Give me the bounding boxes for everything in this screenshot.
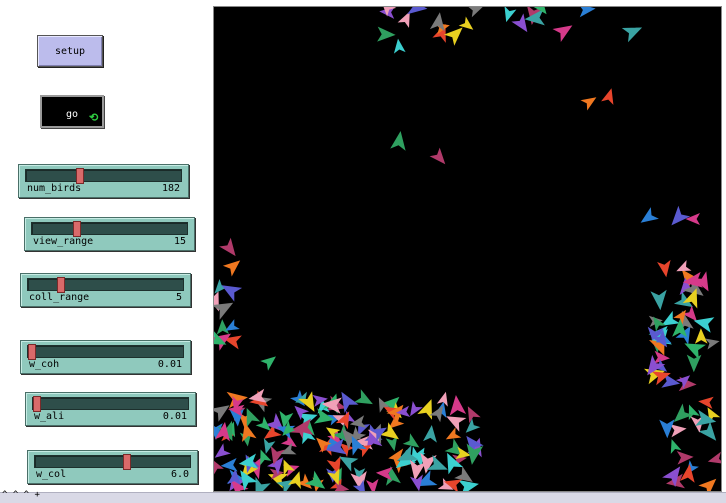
- slider-track[interactable]: [34, 454, 191, 470]
- bird-agent: [443, 27, 463, 46]
- bird-agent: [698, 478, 717, 497]
- slider-value: 0.01: [157, 359, 182, 370]
- slider-label: view_range: [33, 236, 94, 247]
- slider-thumb[interactable]: [76, 168, 84, 184]
- slider-value: 6.0: [170, 469, 189, 480]
- bird-agent: [467, 6, 484, 18]
- bird-agent: [429, 147, 446, 165]
- bird-agent: [671, 205, 691, 226]
- bird-agent: [216, 319, 230, 335]
- slider-w-coh[interactable]: w_coh 0.01: [20, 340, 191, 374]
- bird-agent: [705, 338, 720, 350]
- world-view[interactable]: [203, 0, 725, 499]
- slider-label: w_coh: [29, 359, 60, 370]
- bird-agent: [429, 12, 445, 32]
- bird-agent: [467, 406, 481, 424]
- bird-agent: [601, 88, 614, 105]
- slider-track[interactable]: [32, 396, 189, 412]
- slider-track[interactable]: [25, 168, 182, 184]
- bird-agent: [212, 459, 224, 475]
- slider-w-ali[interactable]: w_ali 0.01: [25, 392, 196, 426]
- bird-agent: [222, 260, 241, 277]
- bird-agent: [407, 0, 428, 15]
- bird-agent: [698, 396, 714, 409]
- forever-arrows-icon: ⟲: [89, 111, 99, 124]
- bird-agent: [621, 27, 643, 43]
- slider-label: num_birds: [27, 183, 82, 194]
- slider-track[interactable]: [27, 344, 184, 360]
- setup-button[interactable]: setup: [37, 35, 103, 67]
- slider-value: 5: [175, 292, 182, 303]
- slider-thumb[interactable]: [57, 277, 65, 293]
- bird-agent: [676, 451, 694, 465]
- bird-agent: [504, 6, 517, 23]
- bird-agent: [220, 458, 238, 472]
- bird-agent: [578, 3, 596, 18]
- slider-thumb[interactable]: [28, 344, 36, 360]
- bird-agent: [688, 404, 700, 421]
- bird-agent: [684, 343, 706, 360]
- go-button[interactable]: go ⟲: [40, 95, 104, 128]
- bird-agent: [260, 356, 276, 371]
- bird-agent: [676, 260, 692, 272]
- bird-agent: [225, 319, 240, 331]
- bird-agent: [221, 285, 243, 302]
- slider-track[interactable]: [27, 277, 184, 293]
- bird-agent: [694, 328, 708, 344]
- setup-button-label: setup: [54, 45, 86, 57]
- bird-agent: [458, 479, 479, 496]
- slider-value: 15: [173, 236, 186, 247]
- slider-thumb[interactable]: [33, 396, 41, 412]
- bird-agent: [390, 131, 406, 151]
- bird-agent: [393, 38, 406, 54]
- bird-agent: [669, 424, 687, 438]
- bottom-bar: ^ ^ ^ +: [0, 490, 726, 503]
- bird-agent: [657, 259, 671, 278]
- bird-agent: [366, 478, 379, 495]
- bird-agent: [377, 26, 396, 42]
- slider-w-col[interactable]: w_col 6.0: [27, 450, 198, 484]
- bird-agent: [210, 405, 230, 422]
- bird-agent: [552, 25, 573, 42]
- bird-agent: [211, 302, 234, 320]
- bird-agent: [219, 237, 236, 257]
- bird-agent: [511, 13, 528, 33]
- bird-agent: [446, 416, 467, 432]
- bird-agent: [661, 310, 680, 326]
- slider-track[interactable]: [31, 221, 188, 237]
- resize-arrows-icon: ^ ^ ^ +: [2, 490, 40, 500]
- bird-agent: [693, 317, 715, 333]
- slider-coll-range[interactable]: coll_range 5: [20, 273, 191, 307]
- bird-agent: [410, 401, 423, 417]
- bird-agent: [670, 439, 682, 454]
- birds-layer: [203, 0, 725, 499]
- bird-agent: [685, 213, 700, 225]
- slider-thumb[interactable]: [73, 221, 81, 237]
- slider-label: coll_range: [29, 292, 90, 303]
- bird-agent: [465, 418, 481, 433]
- slider-thumb[interactable]: [123, 454, 131, 470]
- slider-num-birds[interactable]: num_birds 182: [18, 164, 189, 198]
- slider-view-range[interactable]: view_range 15: [24, 217, 195, 251]
- slider-label: w_ali: [34, 411, 65, 422]
- slider-value: 0.01: [162, 411, 187, 422]
- bird-agent: [353, 389, 373, 405]
- bird-agent: [686, 354, 702, 373]
- bird-agent: [707, 451, 725, 464]
- bird-agent: [255, 477, 271, 499]
- bird-agent: [650, 289, 667, 311]
- slider-value: 182: [161, 183, 180, 194]
- bird-agent: [454, 466, 473, 482]
- bird-agent: [423, 425, 437, 443]
- bird-agent: [580, 97, 597, 111]
- bird-agent: [449, 395, 467, 416]
- bird-agent: [214, 443, 231, 458]
- slider-label: w_col: [36, 469, 67, 480]
- bird-agent: [246, 408, 261, 428]
- bird-agent: [458, 16, 474, 30]
- bird-agent: [640, 207, 659, 223]
- bird-agent: [402, 433, 420, 448]
